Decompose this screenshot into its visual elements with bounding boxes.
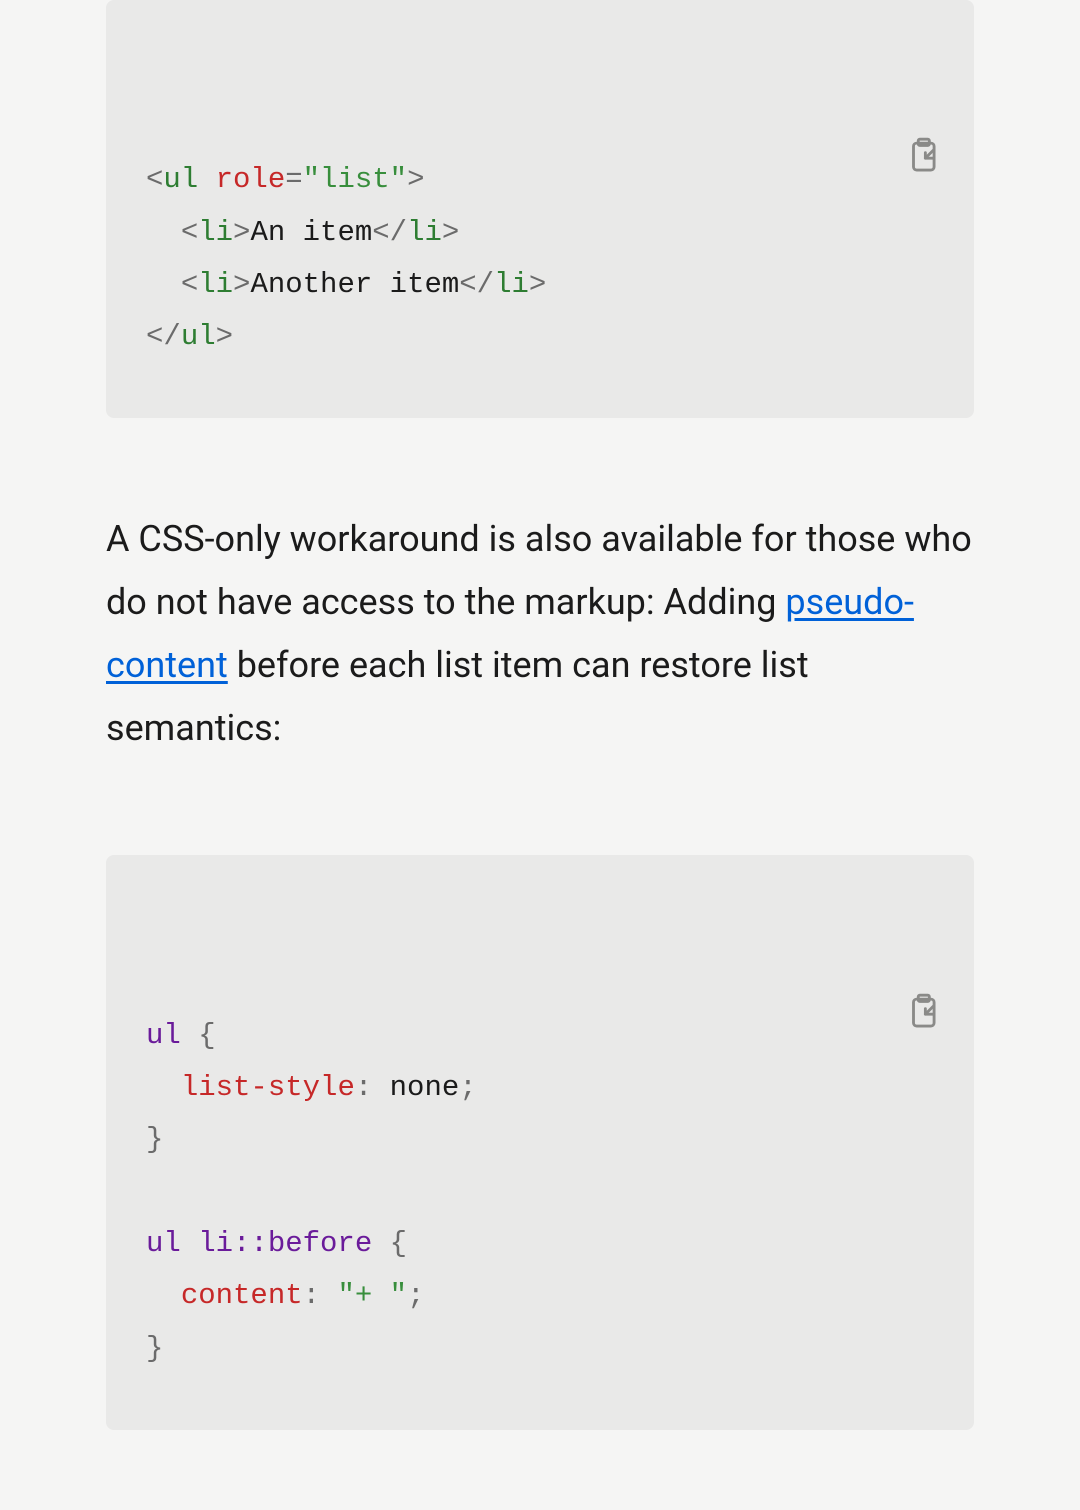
code-line: ul li::before {	[146, 1227, 407, 1260]
code-line: content: "+ ";	[181, 1279, 425, 1312]
code-line: }	[146, 1332, 163, 1365]
clipboard-icon	[904, 992, 942, 1030]
copy-button[interactable]	[904, 32, 942, 70]
code-line: <ul role="list">	[146, 163, 424, 196]
code-line: list-style: none;	[181, 1071, 477, 1104]
paragraph: A CSS-only workaround is also available …	[106, 508, 974, 760]
clipboard-icon	[904, 136, 942, 174]
code-line: ul {	[146, 1019, 216, 1052]
code-line: <li>An item</li>	[181, 216, 459, 249]
code-line: <li>Another item</li>	[181, 268, 547, 301]
code-line: </ul>	[146, 320, 233, 353]
article-body: <ul role="list"> <li>An item</li> <li>An…	[0, 0, 1080, 1510]
copy-button[interactable]	[904, 887, 942, 925]
code-line: }	[146, 1123, 163, 1156]
code-block-html: <ul role="list"> <li>An item</li> <li>An…	[106, 0, 974, 418]
code-block-css: ul { list-style: none; } ul li::before {…	[106, 855, 974, 1430]
